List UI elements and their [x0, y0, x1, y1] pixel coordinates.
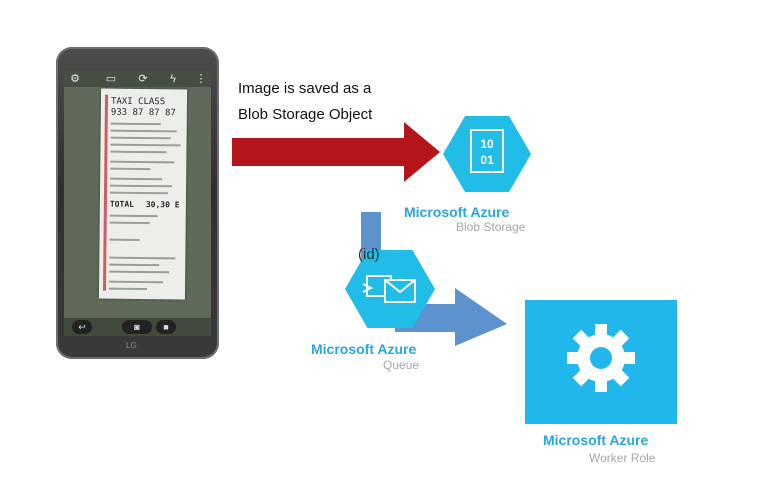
receipt-line [110, 122, 161, 126]
shutter-icon: ◙ [122, 320, 152, 334]
phone-brand-logo: LG [126, 341, 137, 350]
flash-icon: ϟ [170, 73, 176, 85]
settings-icon: ⚙ [70, 73, 80, 85]
receipt-edge-stripe [102, 94, 109, 291]
phone-photo: ⚙ ▭ ⟳ ϟ ⋮ TAXI CLASS 933 87 87 87 TOTAL … [56, 47, 219, 359]
gear-icon [567, 324, 635, 392]
receipt-line [110, 150, 167, 154]
binary-text-2: 01 [480, 153, 494, 167]
blob-storage-subtitle: Blob Storage [456, 220, 526, 234]
upload-arrow [232, 122, 440, 182]
receipt-line [110, 129, 177, 133]
receipt-line [110, 184, 173, 188]
worker-role-icon [525, 300, 677, 424]
receipt-line [110, 191, 169, 195]
caption-line-1: Image is saved as a [238, 80, 372, 97]
receipt-line [109, 238, 140, 241]
receipt-line [109, 221, 150, 225]
receipt-line [110, 167, 151, 171]
worker-role-title: Microsoft Azure [543, 432, 649, 448]
receipt-line [109, 256, 176, 260]
phone-screen: ⚙ ▭ ⟳ ϟ ⋮ TAXI CLASS 933 87 87 87 TOTAL … [64, 71, 211, 336]
receipt-line [108, 287, 148, 291]
binary-file-icon: 10 01 [470, 129, 504, 173]
receipt-total-value: 30,30 E [145, 200, 180, 210]
camera-bottom-bar: ↩ ◙ ■ [64, 318, 211, 336]
receipt-line [110, 143, 181, 147]
video-icon: ■ [156, 320, 176, 334]
taxi-receipt: TAXI CLASS 933 87 87 87 TOTAL 30,30 E [98, 88, 188, 300]
back-icon: ↩ [72, 320, 92, 334]
receipt-line [110, 136, 171, 140]
receipt-line [109, 263, 160, 267]
mode-icon: ▭ [105, 73, 117, 85]
blob-storage-title: Microsoft Azure [404, 204, 510, 220]
queue-title: Microsoft Azure [311, 341, 417, 357]
worker-role-subtitle: Worker Role [589, 451, 656, 465]
upload-arrow-shape [232, 122, 440, 182]
receipt-phone: 933 87 87 87 [110, 107, 176, 119]
receipt-company: TAXI CLASS [110, 96, 166, 108]
queue-subtitle: Queue [383, 358, 420, 372]
receipt-total-label: TOTAL [109, 199, 135, 209]
receipt-line [110, 177, 163, 181]
binary-text-1: 10 [480, 137, 494, 151]
camera-top-bar: ⚙ ▭ ⟳ ϟ ⋮ [64, 71, 211, 87]
receipt-line [109, 214, 158, 218]
blob-storage-icon: 10 01 [443, 116, 531, 192]
switch-camera-icon: ⟳ [138, 73, 148, 85]
queue-id-label: (id) [358, 246, 380, 263]
receipt-line [110, 160, 175, 164]
more-icon: ⋮ [195, 73, 207, 85]
receipt-line [109, 280, 164, 284]
receipt-line [109, 270, 170, 274]
